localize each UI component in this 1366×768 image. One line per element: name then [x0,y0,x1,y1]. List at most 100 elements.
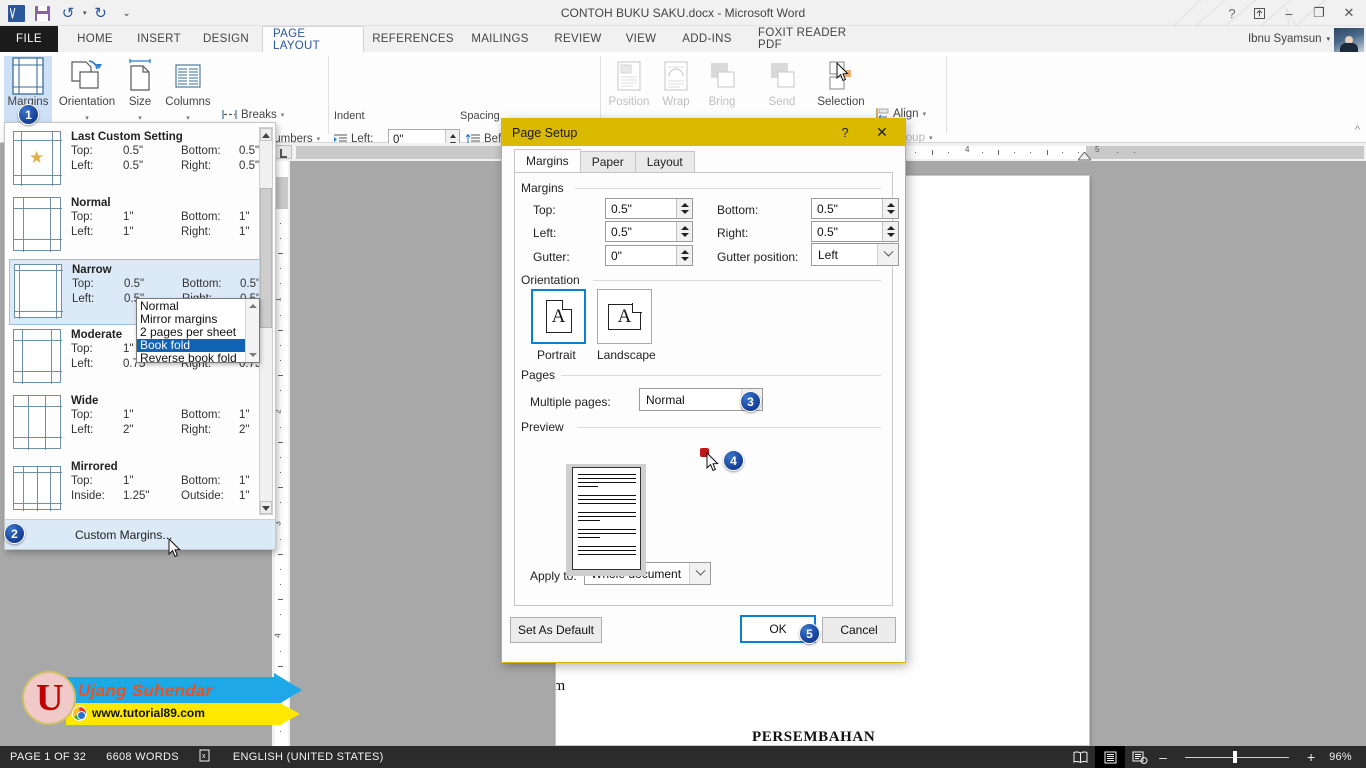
option-reverse-book-fold[interactable]: Reverse book fold [137,352,245,365]
custom-margins-item[interactable]: Custom Margins... [5,519,275,549]
gutter-position-chevron-down-icon[interactable] [877,244,898,265]
orientation-landscape-option[interactable]: A [597,289,652,344]
undo-dropdown-caret[interactable]: ▾ [83,9,87,17]
line-numbers-caret-icon[interactable]: ▾ [317,135,321,143]
undo-icon[interactable]: ↺ [56,2,80,24]
language-indicator[interactable]: ENGLISH (UNITED STATES) [223,751,394,763]
margin-preset-mirrored[interactable]: Mirrored Top: 1" Bottom: 1" Inside: 1.25" Out… [9,457,261,519]
vruler-tick-4: 4 [273,633,283,638]
page-setup-help-icon[interactable]: ? [835,123,855,142]
read-mode-view-button[interactable] [1065,746,1095,768]
zoom-level[interactable]: 96% [1319,751,1366,763]
position-button[interactable]: Position [604,56,654,108]
ribbon-display-options-icon[interactable] [1244,2,1274,24]
cancel-button[interactable]: Cancel [822,617,896,643]
save-icon[interactable] [30,2,54,24]
restore-button[interactable]: ❐ [1304,2,1334,24]
tab-foxit-reader-pdf[interactable]: FOXIT READER PDF [748,26,874,52]
account-dropdown-caret[interactable]: ▾ [1326,35,1330,43]
scrollbar-thumb[interactable] [260,188,272,328]
tab-page-layout[interactable]: PAGE LAYOUT [262,26,364,52]
bottom-margin-spinner[interactable] [882,199,898,218]
dropdown-scrollbar[interactable] [245,299,259,362]
tab-layout[interactable]: Layout [634,151,695,172]
word-count[interactable]: 6608 WORDS [96,751,189,763]
margin-preset-last-custom-setting[interactable]: ★ Last Custom Setting Top: 0.5" Bottom: 0.5… [9,127,261,193]
send-backward-button[interactable]: Send [760,56,804,108]
gutter-position-label: Gutter position: [717,250,799,264]
columns-label: Columns [165,96,211,108]
tab-margins[interactable]: Margins [514,149,581,172]
margins-gallery-scrollbar[interactable] [259,127,273,515]
gutter-position-combobox[interactable]: Left [811,243,899,266]
customize-qat-icon[interactable]: ⌄ [115,2,139,24]
gutter-spinner[interactable] [676,246,692,265]
size-caret-icon[interactable]: ▾ [120,114,160,122]
print-layout-view-button[interactable] [1095,746,1126,768]
account-name[interactable]: Ibnu Syamsun ▾ [1248,30,1330,48]
tab-references[interactable]: REFERENCES [370,26,456,52]
bottom-margin-input[interactable]: 0.5" [811,198,899,219]
margin-preset-wide[interactable]: Wide Top: 1" Bottom: 1" Left: 2" Right: 2" [9,391,261,457]
tab-review[interactable]: REVIEW [546,26,610,52]
right-margin-input[interactable]: 0.5" [811,221,899,242]
margins-icon [12,57,44,95]
tab-insert[interactable]: INSERT [128,26,190,52]
apply-to-chevron-down-icon[interactable] [689,563,710,584]
group-caret-icon[interactable]: ▾ [929,134,933,142]
tab-file[interactable]: FILE [0,26,58,52]
zoom-in-button[interactable]: + [1303,749,1319,765]
gutter-input[interactable]: 0" [605,245,693,266]
align-caret-icon[interactable]: ▾ [923,110,927,118]
close-button[interactable]: ✕ [1334,2,1364,24]
tab-paper[interactable]: Paper [579,151,636,172]
bring-forward-button[interactable]: Bring [700,56,744,108]
size-button[interactable]: Size ▾ [120,56,160,122]
tab-mailings[interactable]: MAILINGS [462,26,538,52]
wrap-text-button[interactable]: Wrap [654,56,698,108]
zoom-slider[interactable] [1177,746,1297,768]
multiple-pages-value: Normal [646,392,685,407]
page-setup-close-icon[interactable]: ✕ [865,123,899,142]
top-margin-spinner[interactable] [676,199,692,218]
right-margin-spinner[interactable] [882,222,898,241]
tab-home[interactable]: HOME [66,26,124,52]
zoom-slider-knob[interactable] [1233,751,1238,763]
breaks-button[interactable]: Breaks ▾ [222,108,284,121]
page-indicator[interactable]: PAGE 1 OF 32 [0,751,96,763]
redo-icon[interactable]: ↻ [89,2,113,24]
tab-add-ins[interactable]: ADD-INS [672,26,742,52]
spell-check-icon[interactable]: x [189,749,223,765]
preset-right-value: 1" [239,226,250,238]
preview-group-label: Preview [521,420,570,434]
breaks-caret-icon[interactable]: ▾ [281,111,285,119]
logo-letter-u: U [36,677,64,719]
collapse-ribbon-button[interactable]: ^ [1355,124,1360,136]
columns-caret-icon[interactable]: ▾ [160,114,216,122]
ok-label: OK [769,622,787,636]
margin-preset-thumbnail [13,197,62,252]
scroll-down-arrow-icon[interactable] [260,501,272,514]
selection-pane-button[interactable]: Selection [812,56,870,108]
web-layout-view-button[interactable] [1125,746,1155,768]
left-margin-value: 0.5" [611,224,632,239]
indent-marker-icon[interactable] [1078,152,1091,161]
columns-button[interactable]: Columns ▾ [160,56,216,122]
tab-view[interactable]: VIEW [616,26,666,52]
wrap-text-label: Wrap [662,96,690,108]
avatar[interactable] [1334,28,1364,52]
orientation-caret-icon[interactable]: ▾ [56,114,118,122]
orientation-portrait-option[interactable]: A [531,289,586,344]
help-icon[interactable]: ? [1220,2,1244,24]
zoom-out-button[interactable]: – [1155,749,1171,765]
set-as-default-button[interactable]: Set As Default [510,617,602,643]
browser-icon [72,706,87,721]
margin-preset-normal[interactable]: Normal Top: 1" Bottom: 1" Left: 1" Right: 1" [9,193,261,259]
minimize-button[interactable]: – [1274,2,1304,24]
orientation-button[interactable]: Orientation ▾ [56,56,118,122]
scroll-up-arrow-icon[interactable] [260,128,272,141]
left-margin-spinner[interactable] [676,222,692,241]
top-margin-input[interactable]: 0.5" [605,198,693,219]
left-margin-input[interactable]: 0.5" [605,221,693,242]
tab-design[interactable]: DESIGN [196,26,256,52]
